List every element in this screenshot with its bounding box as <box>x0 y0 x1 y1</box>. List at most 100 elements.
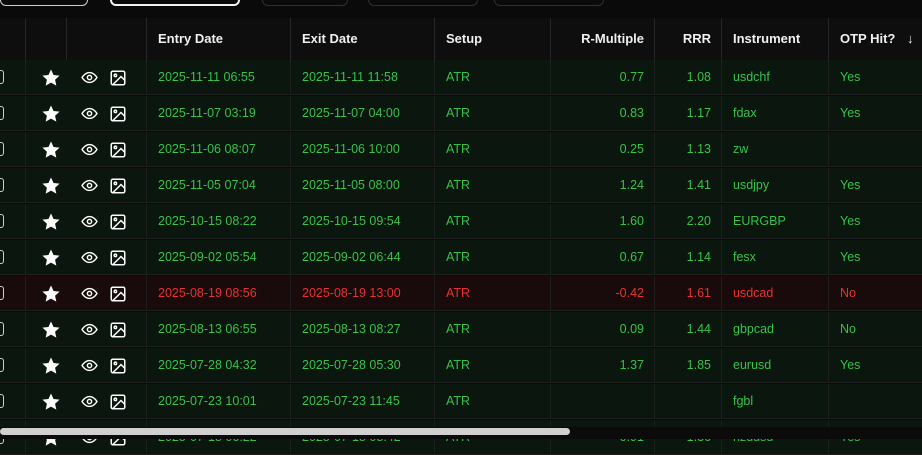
rrr-cell: 1.13 <box>654 132 721 167</box>
row-actions <box>25 276 146 311</box>
exit-date-cell: 2025-09-02 06:44 <box>290 240 434 275</box>
row-checkbox[interactable] <box>0 286 4 300</box>
star-icon[interactable] <box>40 240 62 275</box>
eye-icon[interactable] <box>79 132 99 167</box>
toolbar-button[interactable] <box>0 0 88 6</box>
image-icon[interactable] <box>107 60 129 95</box>
star-icon[interactable] <box>40 60 62 95</box>
eye-icon[interactable] <box>79 168 99 203</box>
instrument-cell: fgbl <box>721 384 828 419</box>
otp-hit-cell: Yes <box>828 60 922 95</box>
star-icon[interactable] <box>40 276 62 311</box>
setup-cell: ATR <box>434 168 550 203</box>
exit-date-cell: 2025-11-06 10:00 <box>290 132 434 167</box>
star-icon[interactable] <box>40 312 62 347</box>
row-checkbox[interactable] <box>0 214 4 228</box>
row-checkbox[interactable] <box>0 178 4 192</box>
image-icon[interactable] <box>107 348 129 383</box>
table-row[interactable]: 2025-11-05 07:04 2025-11-05 08:00 ATR 1.24 1… <box>0 168 922 203</box>
toolbar-button[interactable] <box>494 0 604 6</box>
image-icon[interactable] <box>107 96 129 131</box>
row-checkbox[interactable] <box>0 70 4 84</box>
header-exit-date[interactable]: Exit Date <box>290 18 434 60</box>
toolbar-button[interactable] <box>368 0 478 6</box>
header-entry-date[interactable]: Entry Date <box>146 18 290 60</box>
star-icon[interactable] <box>40 132 62 167</box>
sort-arrow-icon[interactable]: ↓ <box>907 31 914 46</box>
row-checkbox[interactable] <box>0 250 4 264</box>
header-instrument[interactable]: Instrument <box>721 18 828 60</box>
row-actions <box>25 312 146 347</box>
r-multiple-cell: 0.83 <box>550 96 654 131</box>
table-row[interactable]: 2025-08-13 06:55 2025-08-13 08:27 ATR 0.09 1… <box>0 312 922 347</box>
instrument-cell: fdax <box>721 96 828 131</box>
image-icon[interactable] <box>107 276 129 311</box>
star-icon[interactable] <box>40 204 62 239</box>
rrr-cell: 2.20 <box>654 204 721 239</box>
star-icon[interactable] <box>40 168 62 203</box>
otp-hit-cell: Yes <box>828 204 922 239</box>
row-actions <box>25 60 146 95</box>
header-r-multiple[interactable]: R-Multiple <box>550 18 654 60</box>
table-row[interactable]: 2025-11-07 03:19 2025-11-07 04:00 ATR 0.83 1… <box>0 96 922 131</box>
table-row[interactable]: 2025-07-23 10:01 2025-07-23 11:45 ATR fgbl <box>0 384 922 419</box>
instrument-cell: EURGBP <box>721 204 828 239</box>
row-checkbox[interactable] <box>0 106 4 120</box>
eye-icon[interactable] <box>79 348 99 383</box>
row-checkbox[interactable] <box>0 358 4 372</box>
entry-date-cell: 2025-08-13 06:55 <box>146 312 290 347</box>
rrr-cell: 1.14 <box>654 240 721 275</box>
row-checkbox[interactable] <box>0 394 4 408</box>
entry-date-cell: 2025-11-05 07:04 <box>146 168 290 203</box>
eye-icon[interactable] <box>79 384 99 419</box>
horizontal-scrollbar-thumb[interactable] <box>0 428 570 435</box>
setup-cell: ATR <box>434 384 550 419</box>
star-icon[interactable] <box>40 96 62 131</box>
image-icon[interactable] <box>107 384 129 419</box>
toolbar-button-active[interactable] <box>110 0 240 6</box>
eye-icon[interactable] <box>79 204 99 239</box>
entry-date-cell: 2025-09-02 05:54 <box>146 240 290 275</box>
star-icon[interactable] <box>40 348 62 383</box>
header-rrr[interactable]: RRR <box>654 18 721 60</box>
header-setup[interactable]: Setup <box>434 18 550 60</box>
image-icon[interactable] <box>107 132 129 167</box>
entry-date-cell: 2025-11-06 08:07 <box>146 132 290 167</box>
table-row[interactable]: 2025-11-06 08:07 2025-11-06 10:00 ATR 0.25 1… <box>0 132 922 167</box>
setup-cell: ATR <box>434 204 550 239</box>
row-actions <box>25 168 146 203</box>
r-multiple-cell: 0.09 <box>550 312 654 347</box>
r-multiple-cell <box>550 384 654 419</box>
table-row[interactable]: 2025-11-11 06:55 2025-11-11 11:58 ATR 0.77 1… <box>0 60 922 95</box>
rrr-cell: 1.61 <box>654 276 721 311</box>
r-multiple-cell: 1.37 <box>550 348 654 383</box>
eye-icon[interactable] <box>79 276 99 311</box>
eye-icon[interactable] <box>79 240 99 275</box>
table-row[interactable]: 2025-10-15 08:22 2025-10-15 09:54 ATR 1.60 2… <box>0 204 922 239</box>
table-row[interactable]: 2025-09-02 05:54 2025-09-02 06:44 ATR 0.67 1… <box>0 240 922 275</box>
image-icon[interactable] <box>107 240 129 275</box>
eye-icon[interactable] <box>79 312 99 347</box>
row-checkbox[interactable] <box>0 142 4 156</box>
table-row[interactable]: 2025-07-28 04:32 2025-07-28 05:30 ATR 1.37 1… <box>0 348 922 383</box>
table-header: Entry Date Exit Date Setup R-Multiple RR… <box>0 18 922 61</box>
setup-cell: ATR <box>434 312 550 347</box>
header-otp-hit[interactable]: OTP Hit? ↓ <box>828 18 922 60</box>
r-multiple-cell: 1.24 <box>550 168 654 203</box>
top-toolbar <box>0 0 922 18</box>
eye-icon[interactable] <box>79 60 99 95</box>
instrument-cell: fesx <box>721 240 828 275</box>
row-checkbox[interactable] <box>0 322 4 336</box>
image-icon[interactable] <box>107 312 129 347</box>
image-icon[interactable] <box>107 204 129 239</box>
otp-hit-cell: No <box>828 312 922 347</box>
exit-date-cell: 2025-10-15 09:54 <box>290 204 434 239</box>
image-icon[interactable] <box>107 168 129 203</box>
r-multiple-cell: 0.77 <box>550 60 654 95</box>
table-row[interactable]: 2025-08-19 08:56 2025-08-19 13:00 ATR -0.42… <box>0 276 922 311</box>
exit-date-cell: 2025-11-07 04:00 <box>290 96 434 131</box>
eye-icon[interactable] <box>79 96 99 131</box>
entry-date-cell: 2025-07-28 04:32 <box>146 348 290 383</box>
star-icon[interactable] <box>40 384 62 419</box>
toolbar-button[interactable] <box>262 0 348 6</box>
